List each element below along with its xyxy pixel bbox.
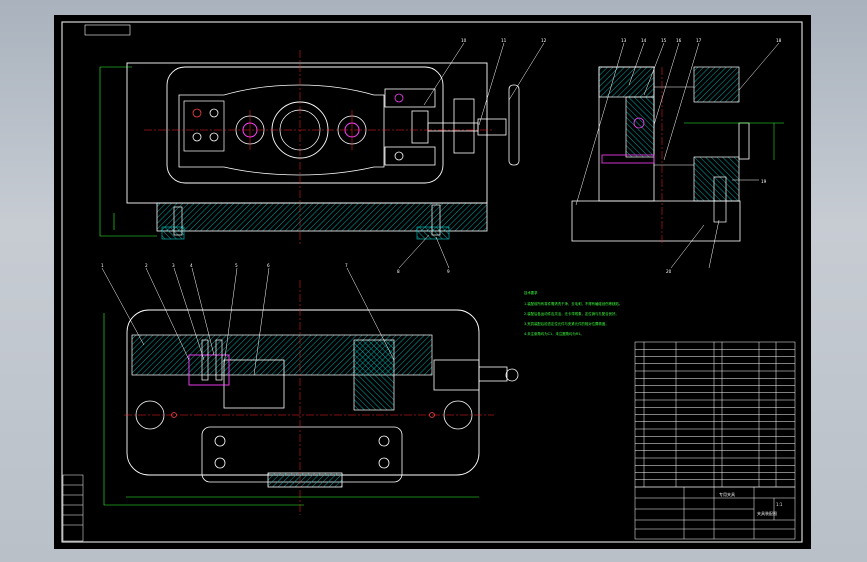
part-label: 15 [661,38,667,43]
part-label: 17 [696,38,702,43]
part-label: 9 [447,269,450,274]
cad-drawing-sheet: 1 2 3 4 5 6 7 8 9 10 11 12 13 14 15 16 1… [54,15,811,549]
side-view [571,42,784,269]
title-block-scale: 1:1 [776,502,783,507]
note-line: 2.装配后各运动件应灵活，无卡滞现象，定位销与孔配合良好。 [524,311,619,316]
part-label: 3 [172,263,175,268]
note-line: 1.装配前所有零件需清洗干净，去毛刺，不得有磕碰划伤等缺陷。 [524,301,622,306]
title-block-name: 专用夹具 [719,491,735,497]
part-label: 13 [621,38,627,43]
outer-border [61,21,803,543]
part-label: 14 [641,38,647,43]
top-view [99,42,545,269]
technical-notes: 技术要求 1.装配前所有零件需清洗干净，去毛刺，不得有磕碰划伤等缺陷。 2.装配… [524,290,622,336]
part-label: 1 [101,263,104,268]
note-line: 3.夹具装配后检查定位元件与夹紧元件的相对位置精度。 [524,321,609,326]
part-label: 20 [666,269,672,274]
revision-strip [62,474,84,542]
corner-box [84,24,131,36]
title-block-drawing-title: 夹具装配图 [757,510,777,516]
part-label: 12 [541,38,547,43]
part-label: 7 [345,263,348,268]
front-view [101,267,519,515]
part-label: 16 [676,38,682,43]
part-label: 18 [776,38,782,43]
part-label: 5 [235,263,238,268]
notes-heading: 技术要求 [524,290,538,295]
part-label: 6 [267,263,270,268]
part-label: 11 [501,38,507,43]
part-label: 8 [397,269,400,274]
parts-list-table [634,341,796,488]
note-line: 4.未注倒角均为C1，未注圆角均为R1。 [524,331,584,336]
part-label: 4 [190,263,193,268]
part-label: 19 [761,179,767,184]
part-label: 10 [461,38,467,43]
assembly-drawing: 1 2 3 4 5 6 7 8 9 10 11 12 13 14 15 16 1… [61,21,803,543]
part-label: 2 [145,263,148,268]
